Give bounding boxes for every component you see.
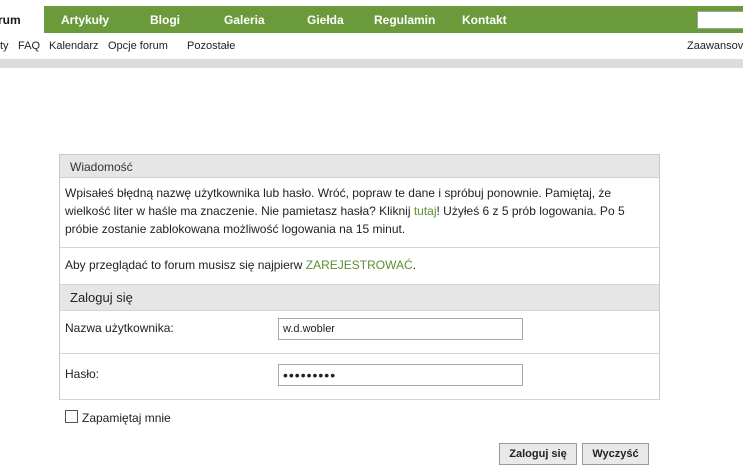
message-panel: Wiadomość Wpisałeś błędną nazwę użytkown… xyxy=(59,154,660,425)
divider xyxy=(60,399,659,400)
top-search-input[interactable] xyxy=(697,11,743,29)
username-input[interactable] xyxy=(278,318,523,340)
subnav-link-advanced-search[interactable]: Zaawansov xyxy=(687,40,743,52)
login-submit-button[interactable]: Zaloguj się xyxy=(499,443,577,465)
nav-tab-forum-label: rum xyxy=(0,13,21,27)
username-label: Nazwa użytkownika: xyxy=(65,321,174,335)
register-suffix: . xyxy=(412,258,417,272)
subnav-link-pozostale[interactable]: Pozostałe xyxy=(187,40,235,52)
message-header: Wiadomość xyxy=(60,155,659,178)
login-header: Zaloguj się xyxy=(60,284,659,311)
recover-password-link[interactable]: tutaj xyxy=(414,204,437,218)
message-header-title: Wiadomość xyxy=(70,160,133,174)
nav-tab-forum[interactable]: rum xyxy=(0,6,44,33)
register-notice: Aby przeglądać to forum musisz się najpi… xyxy=(65,258,416,272)
remember-me-label[interactable]: Zapamiętaj mnie xyxy=(82,411,171,425)
subnav-link-kalendarz[interactable]: Kalendarz xyxy=(49,40,99,52)
subnav-link-opcje-forum[interactable]: Opcje forum xyxy=(108,40,168,52)
nav-link-artykuly[interactable]: Artykuły xyxy=(61,13,109,27)
subnav-link-faq[interactable]: FAQ xyxy=(18,40,40,52)
divider xyxy=(60,247,659,248)
login-header-title: Zaloguj się xyxy=(70,290,133,305)
remember-me-checkbox[interactable] xyxy=(65,410,78,423)
nav-link-regulamin[interactable]: Regulamin xyxy=(374,13,435,27)
password-input[interactable] xyxy=(278,364,523,386)
subnav-link-partial[interactable]: ty xyxy=(0,40,9,52)
password-label: Hasło: xyxy=(65,367,100,381)
main-nav-bar: rum Artykuły Blogi Galeria Giełda Regula… xyxy=(0,6,743,33)
reset-button[interactable]: Wyczyść xyxy=(582,443,649,465)
nav-link-kontakt[interactable]: Kontakt xyxy=(462,13,507,27)
nav-link-blogi[interactable]: Blogi xyxy=(150,13,180,27)
error-message-text: Wpisałeś błędną nazwę użytkownika lub ha… xyxy=(65,184,650,238)
register-prefix: Aby przeglądać to forum musisz się najpi… xyxy=(65,258,306,272)
nav-link-galeria[interactable]: Galeria xyxy=(224,13,265,27)
divider xyxy=(60,353,659,354)
register-link[interactable]: ZAREJESTROWAĆ xyxy=(306,258,413,272)
subnav-divider xyxy=(0,59,743,68)
nav-link-gielda[interactable]: Giełda xyxy=(307,13,344,27)
